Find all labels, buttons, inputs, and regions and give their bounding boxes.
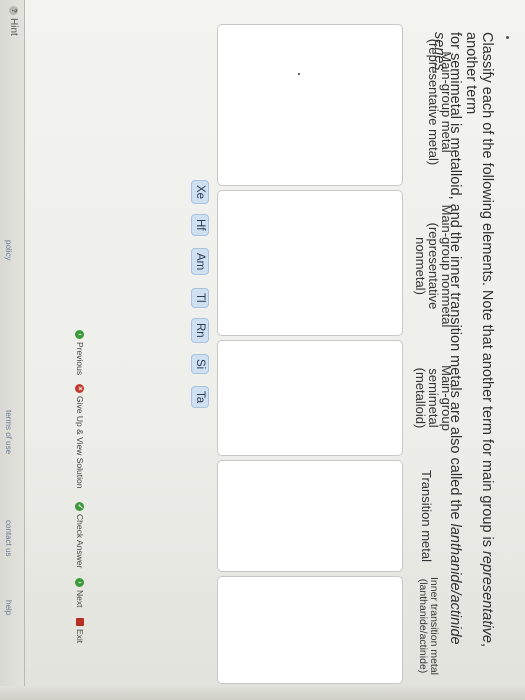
element-chip[interactable]: Hf <box>191 214 209 236</box>
screen-edge <box>0 686 525 700</box>
scroll-dot <box>506 36 509 39</box>
hint-button[interactable]: ? Hint <box>8 6 19 36</box>
arrow-left-icon: ‹ <box>75 330 85 339</box>
header-main-group-semimetal: Main-group semimetal (metalloid) <box>413 338 454 458</box>
header-line: (lanthanide/actinide) <box>417 578 429 674</box>
dropzone-inner-transition-metal[interactable] <box>217 576 403 684</box>
header-line: Inner transition metal <box>428 576 440 676</box>
column-headers: Main-group metal (representative metal) … <box>403 0 454 700</box>
hint-label: Hint <box>8 18 19 36</box>
header-line: (metalloid) <box>413 367 428 429</box>
prompt-line1: Classify each of the following elements.… <box>479 32 495 552</box>
header-line: semimetal <box>426 368 441 428</box>
previous-button[interactable]: ‹ Previous <box>75 330 85 375</box>
header-main-group-metal: Main-group metal (representative metal) <box>426 22 454 182</box>
element-chip[interactable]: Tl <box>191 288 209 308</box>
header-line: Main-group metal <box>439 51 454 153</box>
arrow-right-icon: › <box>75 578 85 587</box>
exit-button[interactable]: Exit <box>75 618 85 643</box>
header-line: Transition metal <box>419 470 434 562</box>
header-line: nonmetal) <box>413 237 428 295</box>
terms-link[interactable]: terms of use <box>4 410 13 454</box>
photo-frame: Classify each of the following elements.… <box>0 0 525 700</box>
help-link[interactable]: help <box>4 600 13 615</box>
hint-icon: ? <box>9 6 18 15</box>
cursor-dot <box>298 73 300 75</box>
element-chip[interactable]: Si <box>191 354 209 375</box>
next-button[interactable]: › Next <box>75 578 85 607</box>
element-bank: Xe Hf Am Tl Rn Si Ta <box>181 180 209 600</box>
close-icon: × <box>75 384 85 393</box>
dropzone-transition-metal[interactable] <box>217 460 403 572</box>
give-up-label: Give Up & View Solution <box>75 396 85 489</box>
dropzone-main-group-metal[interactable] <box>217 24 403 186</box>
policy-link[interactable]: policy <box>4 240 13 260</box>
give-up-button[interactable]: × Give Up & View Solution <box>75 384 85 488</box>
contact-link[interactable]: contact us <box>4 520 13 556</box>
header-line: (representative metal) <box>426 38 441 166</box>
element-chip[interactable]: Xe <box>191 180 209 205</box>
header-inner-transition-metal: Inner transition metal (lanthanide/actin… <box>417 570 440 682</box>
checkmark-icon: ✓ <box>75 502 85 511</box>
header-transition-metal: Transition metal <box>419 456 434 576</box>
header-main-group-nonmetal: Main-group nonmetal (representative nonm… <box>413 186 454 346</box>
dropzone-main-group-nonmetal[interactable] <box>217 190 403 336</box>
exit-icon <box>76 618 84 626</box>
header-line: Main-group <box>439 365 454 431</box>
page-footer <box>0 0 25 700</box>
header-line: Main-group nonmetal <box>439 204 454 328</box>
element-chip[interactable]: Ta <box>191 386 209 409</box>
previous-label: Previous <box>75 342 85 376</box>
check-answer-label: Check Answer <box>75 514 85 569</box>
check-answer-button[interactable]: ✓ Check Answer <box>75 502 85 568</box>
question-screen: Classify each of the following elements.… <box>0 0 525 700</box>
exit-label: Exit <box>75 629 85 644</box>
prompt-line1-emphasis: representative <box>479 551 495 643</box>
next-label: Next <box>75 590 85 608</box>
element-chip[interactable]: Rn <box>191 318 209 343</box>
element-chip[interactable]: Am <box>191 248 209 276</box>
dropzone-main-group-semimetal[interactable] <box>217 340 403 456</box>
